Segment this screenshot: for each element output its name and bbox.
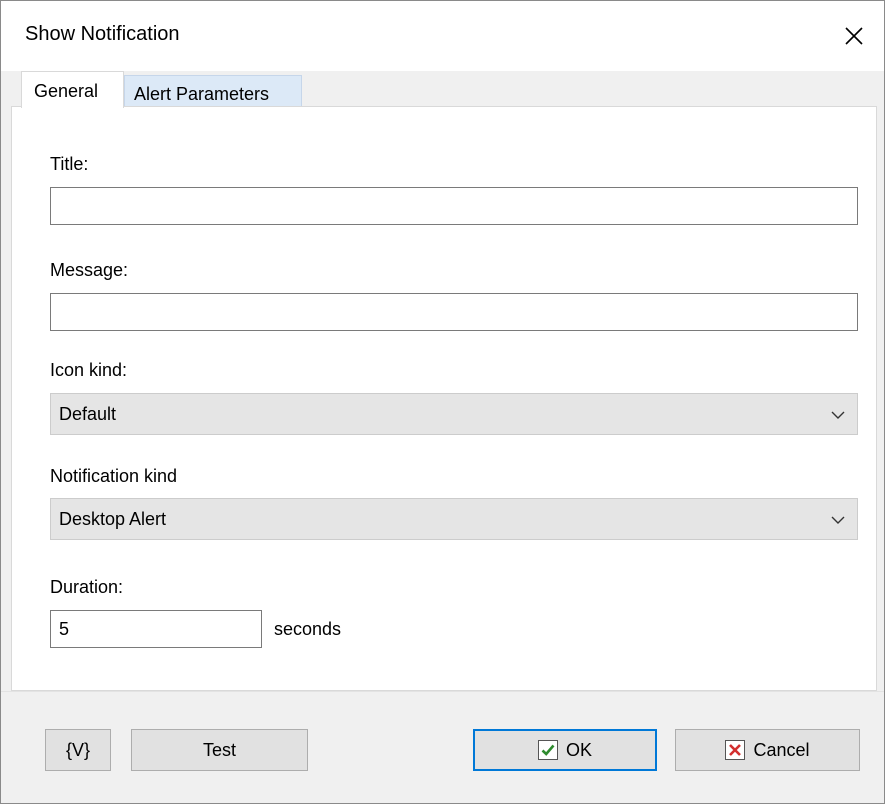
general-tab-page: Title: Message: Icon kind: Default Notif…: [11, 106, 877, 691]
close-button[interactable]: [824, 1, 884, 71]
notification-kind-label: Notification kind: [50, 466, 178, 486]
variables-button-label: {V}: [65, 739, 91, 760]
title-label: Title:: [50, 154, 89, 174]
checkmark-icon: [537, 740, 558, 760]
test-button-label: Test: [202, 739, 236, 760]
cancel-button-label: Cancel: [753, 739, 810, 760]
tab-general-label: General: [34, 80, 99, 101]
icon-kind-label: Icon kind:: [50, 360, 128, 380]
tab-alert-parameters[interactable]: Alert Parameters: [124, 75, 302, 107]
variables-button[interactable]: {V}: [45, 729, 111, 771]
ok-button[interactable]: OK: [473, 729, 657, 771]
footer-divider: [1, 691, 884, 692]
duration-label: Duration:: [50, 577, 124, 597]
tab-strip: General Alert Parameters: [11, 71, 881, 108]
notification-kind-select[interactable]: Desktop Alert: [50, 498, 858, 540]
title-input[interactable]: [50, 187, 858, 225]
chevron-down-icon: [831, 411, 845, 419]
ok-button-label: OK: [565, 739, 592, 760]
dialog-window: Show Notification General Alert Paramete…: [0, 0, 885, 804]
duration-input-value: 5: [59, 618, 70, 639]
window-title: Show Notification: [25, 23, 180, 45]
duration-input[interactable]: 5: [50, 610, 262, 648]
tab-alert-parameters-label: Alert Parameters: [134, 84, 270, 104]
tab-general[interactable]: General: [21, 71, 124, 108]
chevron-down-icon: [831, 516, 845, 524]
x-mark-icon: [725, 740, 746, 760]
icon-kind-select[interactable]: Default: [50, 393, 858, 435]
duration-unit-label: seconds: [274, 619, 342, 639]
cancel-button[interactable]: Cancel: [675, 729, 860, 771]
close-icon: [845, 27, 863, 45]
test-button[interactable]: Test: [131, 729, 308, 771]
message-input[interactable]: [50, 293, 858, 331]
notification-kind-value: Desktop Alert: [59, 508, 167, 529]
message-label: Message:: [50, 260, 129, 280]
icon-kind-value: Default: [59, 403, 117, 424]
title-bar: Show Notification: [1, 1, 884, 71]
